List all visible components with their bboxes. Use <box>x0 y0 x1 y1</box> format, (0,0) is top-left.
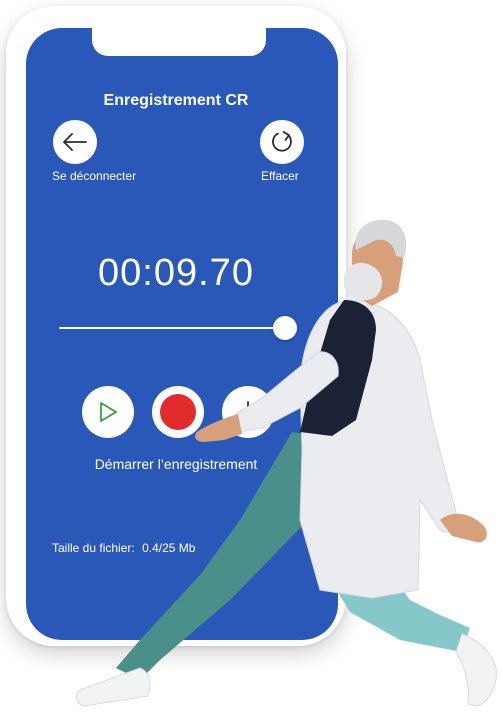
doctor-face <box>351 227 404 306</box>
file-size-value: 0.4/25 Mb <box>142 541 196 555</box>
record-button[interactable] <box>152 386 204 438</box>
doctor-front-shoe <box>76 667 151 707</box>
doctor-back-shoe <box>455 633 497 707</box>
logout-label: Se déconnecter <box>52 169 137 183</box>
clear-button[interactable] <box>260 120 304 164</box>
stop-button[interactable] <box>222 386 274 438</box>
page-title: Enregistrement CR <box>103 92 249 109</box>
file-size-info: Taille du fichier: 0.4/25 Mb <box>52 541 195 555</box>
doctor-back-hand <box>440 513 487 543</box>
play-icon <box>100 402 117 422</box>
play-button[interactable] <box>82 386 134 438</box>
progress-slider-track[interactable] <box>59 327 287 329</box>
doctor-beard <box>344 262 383 301</box>
phone-notch <box>92 28 266 56</box>
stop-icon <box>237 401 259 417</box>
clear-label: Effacer <box>261 169 299 183</box>
record-icon <box>160 394 196 430</box>
start-recording-label: Démarrer l’enregistrement <box>94 456 258 472</box>
progress-slider-thumb[interactable] <box>273 316 297 340</box>
doctor-hair <box>355 219 407 258</box>
timer-display: 00:09.70 <box>98 252 254 294</box>
refresh-icon <box>272 131 292 152</box>
arrow-left-icon <box>63 133 87 151</box>
file-size-label: Taille du fichier: <box>52 541 135 555</box>
logout-button[interactable] <box>53 120 97 164</box>
